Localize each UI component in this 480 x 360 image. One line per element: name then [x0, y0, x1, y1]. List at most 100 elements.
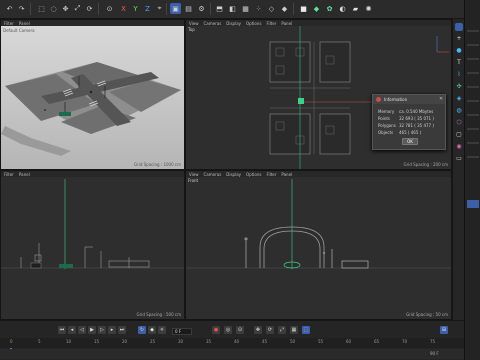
menu-filter[interactable]: Filter — [266, 172, 276, 177]
field-icon[interactable]: ◍ — [455, 107, 463, 115]
ok-button[interactable]: OK — [402, 138, 418, 145]
menu-options[interactable]: Options — [246, 21, 261, 26]
tick-label: 40 — [234, 339, 240, 344]
selected-object — [59, 264, 73, 268]
render-picture-viewer-icon[interactable]: ▤ — [183, 3, 194, 14]
motion-icon[interactable]: ⟡ — [158, 326, 166, 334]
menu-view[interactable]: View — [189, 172, 199, 177]
sphere-object-icon[interactable]: ● — [455, 47, 463, 55]
tick-label: 5 — [38, 339, 41, 344]
go-to-end-icon[interactable]: ⏭ — [118, 326, 126, 334]
key-position-icon[interactable]: ✥ — [254, 326, 262, 334]
front-viewport[interactable]: View Cameras Display Options Filter Pane… — [185, 170, 452, 320]
tag-icon[interactable]: ⬡ — [455, 119, 463, 127]
close-icon[interactable]: ✕ — [439, 96, 443, 102]
loop-icon[interactable]: ↻ — [138, 326, 146, 334]
move-tool-icon[interactable]: ✥ — [60, 3, 71, 14]
render-view-icon[interactable]: ▣ — [170, 3, 181, 14]
keyframe-icon[interactable]: ◆ — [148, 326, 156, 334]
menu-view[interactable]: View — [189, 21, 199, 26]
timeline-settings-icon[interactable]: ⊞ — [440, 326, 448, 334]
axis-y-button[interactable]: Y — [130, 3, 141, 14]
scene-icon[interactable]: ▢ — [455, 131, 463, 139]
camera-object-icon[interactable]: ▰ — [350, 3, 361, 14]
menu-display[interactable]: Display — [226, 21, 241, 26]
text-object-icon[interactable]: T — [455, 59, 463, 67]
info-label-points: Points — [378, 116, 391, 121]
end-frame-label: 90 F — [430, 351, 439, 356]
menu-panel[interactable]: Panel — [281, 172, 292, 177]
scale-tool-icon[interactable]: ⤢ — [72, 3, 83, 14]
material-icon[interactable]: ◉ — [455, 143, 463, 151]
tick-label: 45 — [262, 339, 268, 344]
tick-label: 65 — [374, 339, 380, 344]
key-track[interactable]: 90 F — [0, 349, 464, 359]
key-rotation-icon[interactable]: ⟳ — [266, 326, 274, 334]
key-scale-icon[interactable]: ⤢ — [278, 326, 286, 334]
auto-key-icon[interactable]: ◎ — [224, 326, 232, 334]
menu-panel[interactable]: Panel — [19, 21, 30, 26]
floor-object-icon[interactable]: ◐ — [337, 3, 348, 14]
record-icon[interactable]: ● — [212, 326, 220, 334]
current-frame-field[interactable]: 0 F — [172, 328, 192, 335]
perspective-viewport[interactable]: Filter Panel Default Camera Grid Spacing… — [0, 19, 185, 170]
light-object-icon[interactable]: ✺ — [363, 3, 374, 14]
polygons-mode-icon[interactable]: ◆ — [279, 3, 290, 14]
timeline-ruler[interactable]: 0 5 10 15 20 25 30 35 40 45 50 55 60 65 … — [0, 338, 464, 348]
go-to-start-icon[interactable]: ⏮ — [58, 326, 66, 334]
model-mode-icon[interactable]: ◧ — [227, 3, 238, 14]
axis-z-button[interactable]: Z — [142, 3, 153, 14]
key-pla-icon[interactable]: ⬚ — [302, 326, 310, 334]
redo-icon[interactable]: ↷ — [16, 3, 27, 14]
previous-key-icon[interactable]: ◂ — [68, 326, 76, 334]
menu-panel[interactable]: Panel — [19, 172, 30, 177]
render-settings-icon[interactable]: ⚙ — [196, 3, 207, 14]
cinema4d-logo-icon — [376, 97, 381, 102]
spline-icon[interactable]: ⌇ — [455, 71, 463, 79]
menu-panel[interactable]: Panel — [281, 21, 292, 26]
dialog-titlebar[interactable]: Information ✕ — [373, 95, 445, 104]
recent-tools-icon[interactable]: ⊙ — [104, 3, 115, 14]
previous-frame-icon[interactable]: ◁ — [78, 326, 86, 334]
tick-label: 70 — [402, 339, 408, 344]
info-value-points: 32 693 ( 35 071 ) — [399, 116, 434, 121]
tick-label: 20 — [122, 339, 128, 344]
generator-icon[interactable]: ✣ — [455, 83, 463, 91]
menu-filter[interactable]: Filter — [4, 21, 14, 26]
add-object-icon[interactable]: + — [455, 35, 463, 43]
axis-x-button[interactable]: X — [118, 3, 129, 14]
menu-cameras[interactable]: Cameras — [204, 172, 222, 177]
texture-mode-icon[interactable]: ▦ — [240, 3, 251, 14]
next-key-icon[interactable]: ▸ — [108, 326, 116, 334]
toolbar-separator — [98, 3, 99, 15]
menu-cameras[interactable]: Cameras — [204, 21, 222, 26]
rotate-tool-icon[interactable]: ⟳ — [84, 3, 95, 14]
select-tool-icon[interactable]: ⬚ — [36, 3, 47, 14]
perspective-view-icon[interactable] — [455, 23, 463, 31]
selected-object-marker — [298, 98, 304, 104]
edges-mode-icon[interactable]: ◇ — [266, 3, 277, 14]
play-icon[interactable]: ▶ — [88, 326, 96, 334]
information-dialog: Information ✕ Memory ca. 0.540 Mbytes Po… — [372, 94, 446, 150]
menu-display[interactable]: Display — [226, 172, 241, 177]
subdivision-object-icon[interactable]: ◆ — [311, 3, 322, 14]
key-param-icon[interactable]: ▦ — [290, 326, 298, 334]
menu-filter[interactable]: Filter — [4, 172, 14, 177]
cloner-object-icon[interactable]: ✿ — [324, 3, 335, 14]
right-viewport[interactable]: Filter Panel Grid Spacing : 500 cm — [0, 170, 185, 320]
undo-icon[interactable]: ↶ — [4, 3, 15, 14]
points-mode-icon[interactable]: ⁘ — [253, 3, 264, 14]
camera-icon[interactable]: ▭ — [455, 155, 463, 163]
side-panel-strip — [464, 0, 480, 360]
attributes-tab[interactable] — [467, 200, 479, 208]
live-select-icon[interactable]: ◌ — [48, 3, 59, 14]
next-frame-icon[interactable]: ▷ — [98, 326, 106, 334]
key-selection-icon[interactable]: ⊙ — [236, 326, 244, 334]
cube-object-icon[interactable]: ■ — [298, 3, 309, 14]
deformer-icon[interactable]: ◈ — [455, 95, 463, 103]
menu-filter[interactable]: Filter — [266, 21, 276, 26]
menu-options[interactable]: Options — [246, 172, 261, 177]
make-editable-icon[interactable]: ⬒ — [214, 3, 225, 14]
coordinate-system-icon[interactable]: ⌖ — [154, 3, 165, 14]
timeline-panel: ⏮ ◂ ◁ ▶ ▷ ▸ ⏭ ↻ ◆ ⟡ 0 F ● ◎ ⊙ ✥ ⟳ ⤢ ▦ ⬚ … — [0, 320, 464, 360]
